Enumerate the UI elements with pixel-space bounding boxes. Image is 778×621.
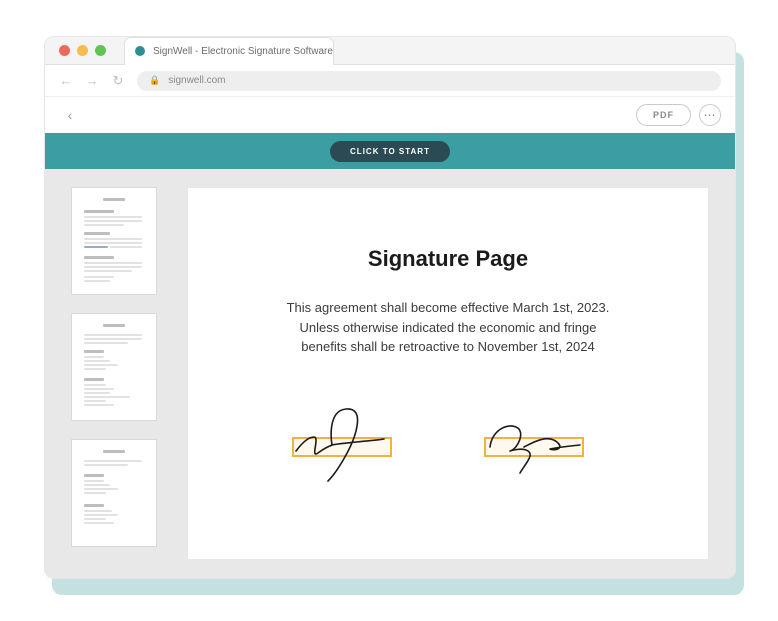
body-line-3: benefits shall be retroactive to Novembe… xyxy=(301,339,594,354)
page-body: This agreement shall become effective Ma… xyxy=(287,298,610,357)
page-thumbnail-sidebar xyxy=(45,169,183,578)
page-title: Signature Page xyxy=(368,246,528,272)
lock-icon: 🔒 xyxy=(149,75,160,86)
signature-drawing-1 xyxy=(284,403,412,485)
click-to-start-label: CLICK TO START xyxy=(350,147,430,156)
page-thumbnail-2[interactable] xyxy=(71,313,157,421)
tab-title: SignWell - Electronic Signature Software xyxy=(153,46,333,57)
url-field[interactable]: 🔒 signwell.com xyxy=(137,71,721,91)
signature-drawing-2 xyxy=(476,403,604,485)
page-thumbnail-3[interactable] xyxy=(71,439,157,547)
document-viewer: Signature Page This agreement shall beco… xyxy=(183,169,735,578)
close-window-button[interactable] xyxy=(59,45,70,56)
signature-field-2[interactable] xyxy=(484,411,604,481)
back-button[interactable]: ‹ xyxy=(59,104,81,126)
body-line-2: Unless otherwise indicated the economic … xyxy=(299,320,596,335)
click-to-start-button[interactable]: CLICK TO START xyxy=(330,141,450,162)
minimize-window-button[interactable] xyxy=(77,45,88,56)
favicon-icon xyxy=(135,46,145,56)
workspace: Signature Page This agreement shall beco… xyxy=(45,169,735,578)
more-menu-button[interactable]: ⋯ xyxy=(699,104,721,126)
browser-tab[interactable]: SignWell - Electronic Signature Software xyxy=(124,37,334,65)
page-thumbnail-1[interactable] xyxy=(71,187,157,295)
download-pdf-label: PDF xyxy=(653,110,674,120)
url-text: signwell.com xyxy=(168,75,225,86)
address-bar: ← → ↻ 🔒 signwell.com xyxy=(45,65,735,97)
start-banner: CLICK TO START xyxy=(45,133,735,169)
ellipsis-icon: ⋯ xyxy=(704,108,717,122)
signature-field-1[interactable] xyxy=(292,411,412,481)
download-pdf-button[interactable]: PDF xyxy=(636,104,691,126)
traffic-lights xyxy=(45,45,106,56)
nav-forward-button[interactable]: → xyxy=(85,74,99,87)
nav-back-button[interactable]: ← xyxy=(59,74,73,87)
nav-reload-button[interactable]: ↻ xyxy=(111,74,125,87)
body-line-1: This agreement shall become effective Ma… xyxy=(287,300,610,315)
tab-strip: SignWell - Electronic Signature Software xyxy=(106,37,334,65)
signature-row xyxy=(292,411,604,481)
zoom-window-button[interactable] xyxy=(95,45,106,56)
browser-window: SignWell - Electronic Signature Software… xyxy=(44,36,736,579)
document-page: Signature Page This agreement shall beco… xyxy=(187,187,709,560)
titlebar: SignWell - Electronic Signature Software xyxy=(45,37,735,65)
app-toolbar: ‹ PDF ⋯ xyxy=(45,97,735,133)
